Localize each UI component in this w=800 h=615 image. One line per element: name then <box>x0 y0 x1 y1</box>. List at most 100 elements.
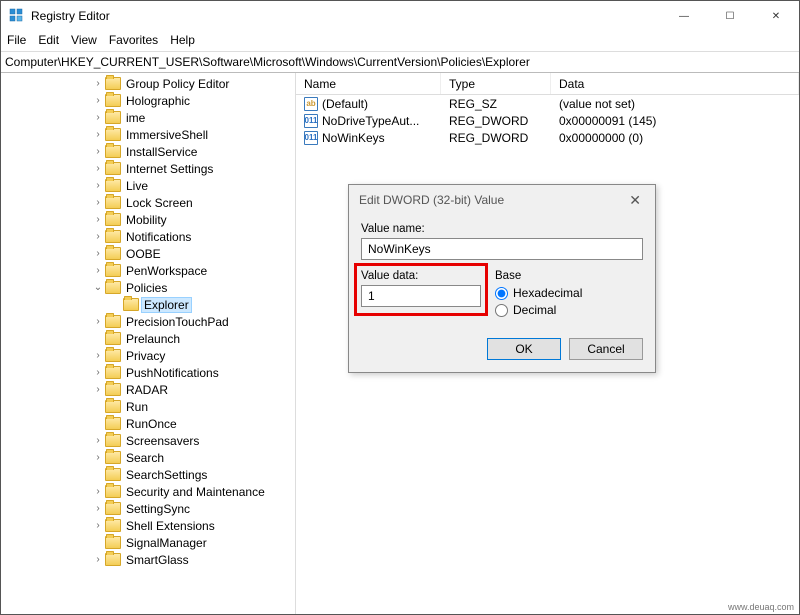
registry-value-row[interactable]: ab(Default)REG_SZ(value not set) <box>296 95 799 112</box>
col-name[interactable]: Name <box>296 73 441 94</box>
expand-icon[interactable]: › <box>91 366 105 380</box>
tree-item-label: PushNotifications <box>124 366 221 380</box>
menu-view[interactable]: View <box>71 33 97 49</box>
tree-item-label: OOBE <box>124 247 163 261</box>
ok-button[interactable]: OK <box>487 338 561 360</box>
folder-icon <box>105 111 121 124</box>
expand-icon[interactable]: › <box>91 94 105 108</box>
tree-item-oobe[interactable]: › OOBE <box>1 245 293 262</box>
tree-item-penworkspace[interactable]: ›PenWorkspace <box>1 262 293 279</box>
tree-item-runonce[interactable]: RunOnce <box>1 415 293 432</box>
radio-hex-input[interactable] <box>495 287 508 300</box>
tree-item-radar[interactable]: ›RADAR <box>1 381 293 398</box>
tree-item-label: ime <box>124 111 147 125</box>
tree-item-shell-extensions[interactable]: › Shell Extensions <box>1 517 293 534</box>
tree-item-immersiveshell[interactable]: › ImmersiveShell <box>1 126 293 143</box>
expand-icon[interactable]: › <box>91 145 105 159</box>
expand-icon[interactable]: › <box>91 128 105 142</box>
tree-item-lock-screen[interactable]: › Lock Screen <box>1 194 293 211</box>
expand-icon[interactable]: › <box>91 77 105 91</box>
expand-icon[interactable]: › <box>91 383 105 397</box>
tree-item-label: Shell Extensions <box>124 519 217 533</box>
tree-item-ime[interactable]: › ime <box>1 109 293 126</box>
expand-icon[interactable]: › <box>91 179 105 193</box>
tree-item-group-policy-editor[interactable]: ›Group Policy Editor <box>1 75 293 92</box>
tree-item-live[interactable]: ›Live <box>1 177 293 194</box>
tree-item-settingsync[interactable]: ›SettingSync <box>1 500 293 517</box>
menu-file[interactable]: File <box>7 33 26 49</box>
folder-icon <box>105 332 121 345</box>
expand-icon[interactable]: › <box>91 213 105 227</box>
tree-item-label: Screensavers <box>124 434 201 448</box>
radio-hexadecimal[interactable]: Hexadecimal <box>495 286 643 300</box>
tree-item-mobility[interactable]: ›Mobility <box>1 211 293 228</box>
tree-item-installservice[interactable]: ›InstallService <box>1 143 293 160</box>
tree-item-label: ImmersiveShell <box>124 128 210 142</box>
tree-item-searchsettings[interactable]: SearchSettings <box>1 466 293 483</box>
expand-icon[interactable]: › <box>91 162 105 176</box>
registry-value-row[interactable]: 011NoWinKeysREG_DWORD0x00000000 (0) <box>296 129 799 146</box>
folder-icon <box>105 128 121 141</box>
expand-icon[interactable]: › <box>91 553 105 567</box>
tree-item-internet-settings[interactable]: ›Internet Settings <box>1 160 293 177</box>
tree-item-signalmanager[interactable]: SignalManager <box>1 534 293 551</box>
col-type[interactable]: Type <box>441 73 551 94</box>
menu-edit[interactable]: Edit <box>38 33 59 49</box>
tree-item-holographic[interactable]: ›Holographic <box>1 92 293 109</box>
folder-icon <box>105 315 121 328</box>
expand-icon[interactable]: ⌄ <box>91 281 105 295</box>
tree-item-screensavers[interactable]: › Screensavers <box>1 432 293 449</box>
expand-icon <box>109 298 123 312</box>
folder-icon <box>105 485 121 498</box>
tree-item-label: SmartGlass <box>124 553 191 567</box>
expand-icon[interactable]: › <box>91 264 105 278</box>
base-label: Base <box>495 270 643 282</box>
maximize-button[interactable]: ☐ <box>707 1 753 31</box>
expand-icon[interactable]: › <box>91 349 105 363</box>
folder-icon <box>105 434 121 447</box>
expand-icon[interactable]: › <box>91 111 105 125</box>
expand-icon[interactable]: › <box>91 451 105 465</box>
tree-item-label: RunOnce <box>124 417 179 431</box>
tree-item-notifications[interactable]: ›Notifications <box>1 228 293 245</box>
col-data[interactable]: Data <box>551 73 799 94</box>
tree-item-explorer[interactable]: Explorer <box>1 296 293 313</box>
registry-value-row[interactable]: 011NoDriveTypeAut...REG_DWORD0x00000091 … <box>296 112 799 129</box>
tree-item-label: Lock Screen <box>124 196 195 210</box>
expand-icon[interactable]: › <box>91 434 105 448</box>
menu-favorites[interactable]: Favorites <box>109 33 158 49</box>
tree-item-pushnotifications[interactable]: › PushNotifications <box>1 364 293 381</box>
expand-icon[interactable]: › <box>91 502 105 516</box>
tree-item-privacy[interactable]: ›Privacy <box>1 347 293 364</box>
tree-item-run[interactable]: Run <box>1 398 293 415</box>
expand-icon[interactable]: › <box>91 485 105 499</box>
address-bar[interactable]: Computer\HKEY_CURRENT_USER\Software\Micr… <box>1 51 799 73</box>
folder-icon <box>105 145 121 158</box>
tree-item-search[interactable]: ›Search <box>1 449 293 466</box>
value-type: REG_DWORD <box>441 131 551 145</box>
expand-icon[interactable]: › <box>91 519 105 533</box>
menubar: File Edit View Favorites Help <box>1 31 799 51</box>
cancel-button[interactable]: Cancel <box>569 338 643 360</box>
tree-item-security-and-maintenance[interactable]: ›Security and Maintenance <box>1 483 293 500</box>
expand-icon[interactable]: › <box>91 196 105 210</box>
value-name-input[interactable] <box>361 238 643 260</box>
folder-icon <box>123 298 139 311</box>
tree-item-prelaunch[interactable]: Prelaunch <box>1 330 293 347</box>
folder-icon <box>105 536 121 549</box>
expand-icon[interactable]: › <box>91 315 105 329</box>
tree-item-smartglass[interactable]: › SmartGlass <box>1 551 293 568</box>
tree-item-policies[interactable]: ⌄Policies <box>1 279 293 296</box>
tree-panel[interactable]: ›Group Policy Editor›Holographic›ime›Imm… <box>1 73 296 614</box>
minimize-button[interactable]: — <box>661 1 707 31</box>
close-button[interactable]: ✕ <box>753 1 799 31</box>
value-data-input[interactable] <box>361 285 481 307</box>
radio-decimal[interactable]: Decimal <box>495 303 643 317</box>
expand-icon[interactable]: › <box>91 230 105 244</box>
dialog-close-button[interactable]: ✕ <box>625 192 645 209</box>
radio-dec-input[interactable] <box>495 304 508 317</box>
tree-item-precisiontouchpad[interactable]: ›PrecisionTouchPad <box>1 313 293 330</box>
menu-help[interactable]: Help <box>170 33 195 49</box>
titlebar: Registry Editor — ☐ ✕ <box>1 1 799 31</box>
expand-icon[interactable]: › <box>91 247 105 261</box>
